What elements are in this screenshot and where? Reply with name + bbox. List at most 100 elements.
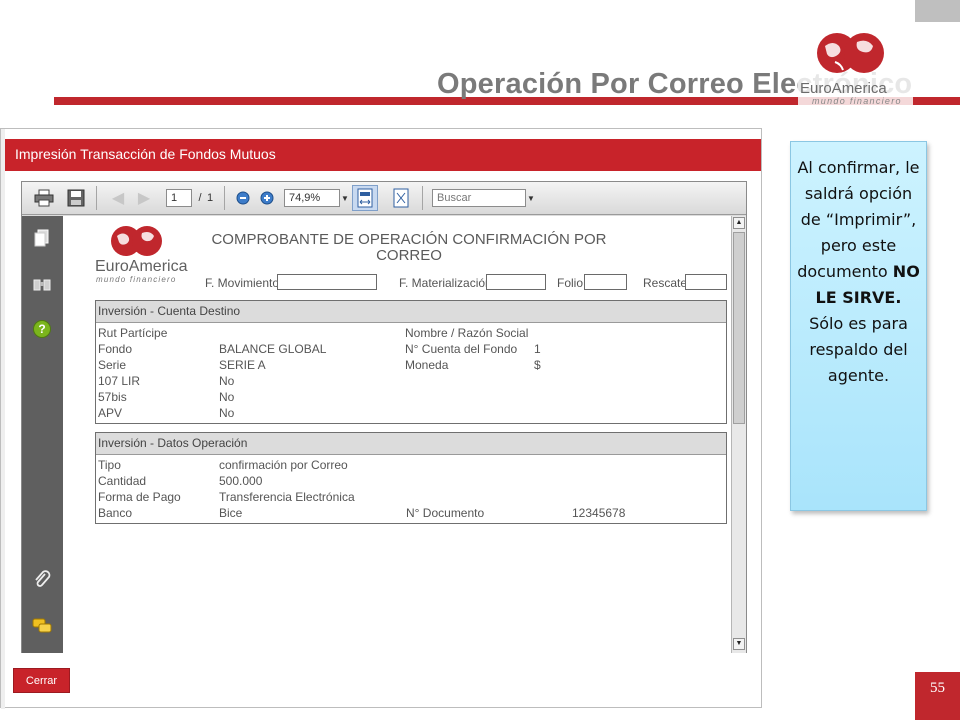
app-header: Impresión Transacción de Fondos Mutuos xyxy=(5,139,761,171)
row-label: Banco xyxy=(98,506,133,520)
section-cuenta-destino: Inversión - Cuenta Destino Rut Partícipe… xyxy=(95,300,727,424)
arrow-left-icon: ◀ xyxy=(111,190,125,207)
row-value: confirmación por Correo xyxy=(219,458,348,472)
page-total: 1 xyxy=(206,192,214,204)
zoom-select[interactable]: 74,9% xyxy=(284,189,340,207)
row-value-secondary: 1 xyxy=(534,342,541,356)
floppy-disk-icon xyxy=(67,189,85,207)
rescate-field xyxy=(685,274,727,290)
info-callout: Al confirmar, le saldrá opción de “Impri… xyxy=(790,141,927,511)
detail-row: 57bis No xyxy=(96,389,726,405)
vertical-scrollbar[interactable]: ▲ ▼ xyxy=(731,216,746,653)
toolbar-separator xyxy=(224,186,225,210)
arrow-right-icon: ▶ xyxy=(137,190,151,207)
comments-button[interactable] xyxy=(32,616,52,636)
globe-logo-icon xyxy=(817,33,884,73)
previous-page-button[interactable]: ◀ xyxy=(108,187,128,209)
corner-block xyxy=(915,0,960,22)
row-value: 500.000 xyxy=(219,474,263,488)
fit-page-button[interactable] xyxy=(390,187,412,209)
scroll-up-button[interactable]: ▲ xyxy=(733,217,745,229)
row-value: BALANCE GLOBAL xyxy=(219,342,327,356)
fit-width-button[interactable] xyxy=(352,185,378,211)
pdf-viewer: ◀ ▶ 1 / 1 74,9% ▼ Buscar ▼ ? EuroAmerica… xyxy=(21,181,747,653)
row-value: No xyxy=(219,390,235,404)
materializacion-label: F. Materialización: xyxy=(399,276,496,290)
section-datos-operacion: Inversión - Datos Operación Tipo confirma… xyxy=(95,432,727,524)
detail-row: APV No xyxy=(96,405,726,421)
movimiento-label: F. Movimiento: xyxy=(205,276,283,290)
zoom-dropdown-button[interactable]: ▼ xyxy=(340,187,350,209)
row-value-secondary: $ xyxy=(534,358,541,372)
detail-row: Banco Bice N° Documento 12345678 xyxy=(96,505,726,521)
detail-row: 107 LIR No xyxy=(96,373,726,389)
detail-row: Cantidad 500.000 xyxy=(96,473,726,489)
detail-row: Forma de Pago Transferencia Electrónica xyxy=(96,489,726,505)
page-number-input[interactable]: 1 xyxy=(166,189,192,207)
section-rows: Rut Partícipe Nombre / Razón Social Fondo B… xyxy=(96,323,726,421)
page-separator: / xyxy=(198,192,202,204)
movimiento-field xyxy=(277,274,377,290)
app-window: Impresión Transacción de Fondos Mutuos ◀… xyxy=(0,128,762,709)
document-logo-tagline: mundo financiero xyxy=(96,275,177,284)
row-label: 57bis xyxy=(98,390,127,404)
row-label: 107 LIR xyxy=(98,374,141,388)
viewer-toolbar: ◀ ▶ 1 / 1 74,9% ▼ Buscar ▼ xyxy=(22,182,746,215)
row-label: Tipo xyxy=(98,458,121,472)
callout-text-end: Sólo es para respaldo del agente. xyxy=(809,314,908,385)
logo-brand: EuroAmerica xyxy=(800,80,887,97)
pages-panel-button[interactable] xyxy=(32,228,52,248)
section-title: Inversión - Datos Operación xyxy=(96,433,726,455)
binoculars-icon xyxy=(33,279,51,291)
logo-tagline: mundo financiero xyxy=(812,96,902,106)
euroamerica-logo: EuroAmerica mundo financiero xyxy=(798,24,913,116)
pages-icon xyxy=(34,229,49,247)
row-label-secondary: N° Cuenta del Fondo xyxy=(405,342,518,356)
find-panel-button[interactable] xyxy=(32,274,52,294)
row-value: No xyxy=(219,406,235,420)
row-label: Fondo xyxy=(98,342,133,356)
scroll-thumb[interactable] xyxy=(733,232,745,424)
toolbar-separator xyxy=(96,186,97,210)
rescate-label: Rescate: xyxy=(643,276,691,290)
print-button[interactable] xyxy=(32,187,56,209)
row-label: Serie xyxy=(98,358,127,372)
help-icon[interactable]: ? xyxy=(33,320,51,338)
triangle-down-icon: ▼ xyxy=(735,640,743,647)
document-logo-brand: EuroAmerica xyxy=(95,258,188,275)
viewer-side-panel: ? xyxy=(22,216,63,653)
close-button[interactable]: Cerrar xyxy=(13,668,70,693)
zoom-out-button[interactable] xyxy=(234,187,252,209)
folio-field xyxy=(584,274,627,290)
row-value: SERIE A xyxy=(219,358,266,372)
document-title: COMPROBANTE DE OPERACIÓN CONFIRMACIÓN PO… xyxy=(211,231,607,264)
detail-row: Tipo confirmación por Correo xyxy=(96,457,726,473)
next-page-button[interactable]: ▶ xyxy=(134,187,154,209)
paperclip-icon xyxy=(35,570,51,587)
toolbar-separator xyxy=(422,186,423,210)
window-left-edge xyxy=(1,129,5,709)
row-label: Rut Partícipe xyxy=(98,326,168,340)
materializacion-field xyxy=(486,274,546,290)
row-label-secondary: Nombre / Razón Social xyxy=(405,326,529,340)
zoom-in-button[interactable] xyxy=(258,187,276,209)
row-label: Cantidad xyxy=(98,474,147,488)
save-button[interactable] xyxy=(64,187,88,209)
folio-label: Folio: xyxy=(557,276,587,290)
search-dropdown-button[interactable]: ▼ xyxy=(526,187,536,209)
document-page: EuroAmerica mundo financiero COMPROBANTE… xyxy=(63,216,731,653)
scroll-down-button[interactable]: ▼ xyxy=(733,638,745,650)
attachments-button[interactable] xyxy=(32,570,52,590)
caret-down-icon: ▼ xyxy=(527,193,535,203)
row-value: Transferencia Electrónica xyxy=(219,490,355,504)
search-input[interactable]: Buscar xyxy=(432,189,526,207)
detail-row: Serie SERIE A Moneda $ xyxy=(96,357,726,373)
section-title: Inversión - Cuenta Destino xyxy=(96,301,726,323)
detail-row: Rut Partícipe Nombre / Razón Social xyxy=(96,325,726,341)
row-label: Forma de Pago xyxy=(98,490,181,504)
section-rows: Tipo confirmación por Correo Cantidad 500.0… xyxy=(96,455,726,521)
row-label-secondary: N° Documento xyxy=(406,506,485,520)
caret-down-icon: ▼ xyxy=(341,193,349,203)
triangle-up-icon: ▲ xyxy=(735,219,743,226)
page-number: 55 xyxy=(915,672,960,720)
